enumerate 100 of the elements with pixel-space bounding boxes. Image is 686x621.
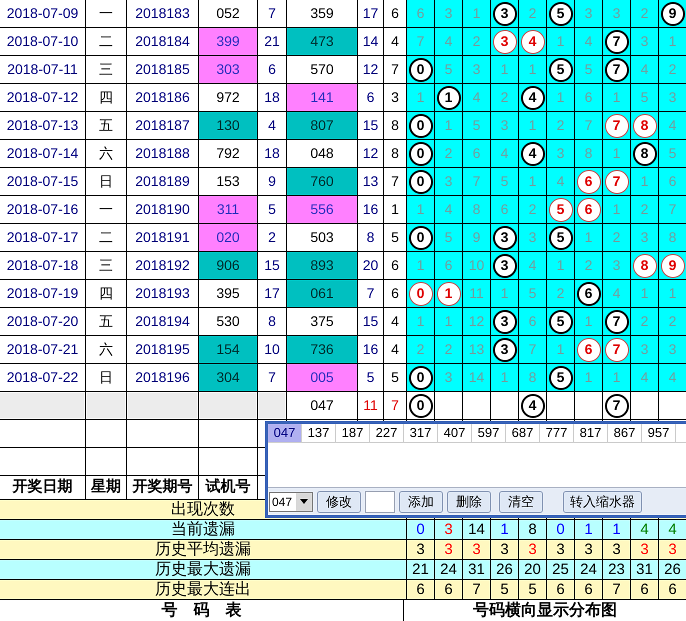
miss-count: 1 <box>407 196 434 223</box>
issue-number: 2018192 <box>127 252 198 279</box>
stat-value: 24 <box>575 560 602 579</box>
issue-number: 2018196 <box>127 364 198 391</box>
trial-number: 052 <box>199 0 257 27</box>
table-cell: 6 <box>258 56 286 83</box>
miss-count: 1 <box>603 364 630 391</box>
miss-count: 4 <box>463 84 490 111</box>
miss-count: 2 <box>659 308 686 335</box>
trial-number: 792 <box>199 140 257 167</box>
draw-date: 2018-07-17 <box>0 224 85 251</box>
table-cell: 4 <box>384 308 406 335</box>
miss-count: 4 <box>575 28 602 55</box>
table-cell: 3 <box>384 84 406 111</box>
trial-number: 311 <box>199 196 257 223</box>
table-cell: 8 <box>358 224 383 251</box>
issue-number: 2018195 <box>127 336 198 363</box>
stat-value: 5 <box>519 580 546 599</box>
stat-value: 21 <box>407 560 434 579</box>
issue-number: 2018184 <box>127 28 198 55</box>
column-header: 星期 <box>86 476 126 499</box>
table-cell: 18 <box>258 140 286 167</box>
draw-date: 2018-07-15 <box>0 168 85 195</box>
miss-count: 3 <box>547 140 574 167</box>
miss-count: 4 <box>659 364 686 391</box>
miss-count: 1 <box>407 84 434 111</box>
stat-label: 历史最大遗漏 <box>0 560 406 579</box>
miss-count: 14 <box>463 364 490 391</box>
table-cell: 15 <box>258 252 286 279</box>
trial-number: 304 <box>199 364 257 391</box>
table-cell: 4 <box>384 28 406 55</box>
miss-count: 2 <box>519 0 546 27</box>
stat-value: 3 <box>435 520 462 539</box>
stat-value: 25 <box>547 560 574 579</box>
miss-count: 12 <box>463 308 490 335</box>
miss-count: 1 <box>603 196 630 223</box>
draw-number: 141 <box>287 84 357 111</box>
miss-count: 2 <box>631 0 658 27</box>
stat-value: 6 <box>407 580 434 599</box>
number-dropdown[interactable]: 047 <box>269 492 313 512</box>
dialog-button[interactable]: 清空 <box>499 490 543 512</box>
table-cell: 18 <box>258 84 286 111</box>
stat-value: 4 <box>659 520 686 539</box>
miss-count: 1 <box>407 252 434 279</box>
weekday: 一 <box>86 196 126 223</box>
miss-count: 7 <box>575 112 602 139</box>
number-list-item[interactable]: 047 <box>268 424 302 442</box>
draw-number: 375 <box>287 308 357 335</box>
draw-date: 2018-07-10 <box>0 28 85 55</box>
issue-number: 2018183 <box>127 0 198 27</box>
weekday: 三 <box>86 252 126 279</box>
draw-number: 473 <box>287 28 357 55</box>
stat-value: 4 <box>631 520 658 539</box>
trial-number: 153 <box>199 168 257 195</box>
stat-value: 3 <box>435 540 462 559</box>
draw-date: 2018-07-20 <box>0 308 85 335</box>
dialog-button[interactable]: 删除 <box>447 490 491 512</box>
stat-label: 历史平均遗漏 <box>0 540 406 559</box>
trial-number: 395 <box>199 280 257 307</box>
trial-number: 399 <box>199 28 257 55</box>
miss-count: 8 <box>519 364 546 391</box>
stat-label: 历史最大连出 <box>0 580 406 599</box>
miss-count: 1 <box>435 112 462 139</box>
table-cell: 16 <box>358 196 383 223</box>
transfer-button[interactable]: 转入缩水器 <box>563 490 642 512</box>
miss-count: 1 <box>519 168 546 195</box>
stat-value: 3 <box>575 540 602 559</box>
dialog-button[interactable]: 修改 <box>317 490 361 512</box>
table-cell: 5 <box>258 196 286 223</box>
weekday: 二 <box>86 28 126 55</box>
miss-count: 3 <box>659 336 686 363</box>
table-cell: 15 <box>358 308 383 335</box>
miss-count: 1 <box>463 0 490 27</box>
stat-value: 8 <box>519 520 546 539</box>
miss-count: 2 <box>603 224 630 251</box>
input-field[interactable] <box>365 490 395 512</box>
table-cell: 17 <box>358 0 383 27</box>
miss-count: 2 <box>575 252 602 279</box>
miss-count: 4 <box>491 140 518 167</box>
stat-value: 3 <box>603 540 630 559</box>
miss-count: 2 <box>407 336 434 363</box>
miss-count: 1 <box>575 224 602 251</box>
miss-count: 3 <box>631 28 658 55</box>
table-cell: 7 <box>258 0 286 27</box>
miss-count: 1 <box>519 112 546 139</box>
table-cell: 10 <box>258 336 286 363</box>
miss-count: 1 <box>659 280 686 307</box>
draw-number: 570 <box>287 56 357 83</box>
weekday: 三 <box>86 56 126 83</box>
table-cell: 7 <box>384 168 406 195</box>
draw-number: 061 <box>287 280 357 307</box>
draw-number: 005 <box>287 364 357 391</box>
trial-number: 906 <box>199 252 257 279</box>
issue-number: 2018185 <box>127 56 198 83</box>
dialog-button[interactable]: 添加 <box>399 490 443 512</box>
issue-number: 2018187 <box>127 112 198 139</box>
miss-count: 1 <box>491 364 518 391</box>
stat-value: 24 <box>435 560 462 579</box>
miss-count: 5 <box>631 84 658 111</box>
trial-number: 020 <box>199 224 257 251</box>
